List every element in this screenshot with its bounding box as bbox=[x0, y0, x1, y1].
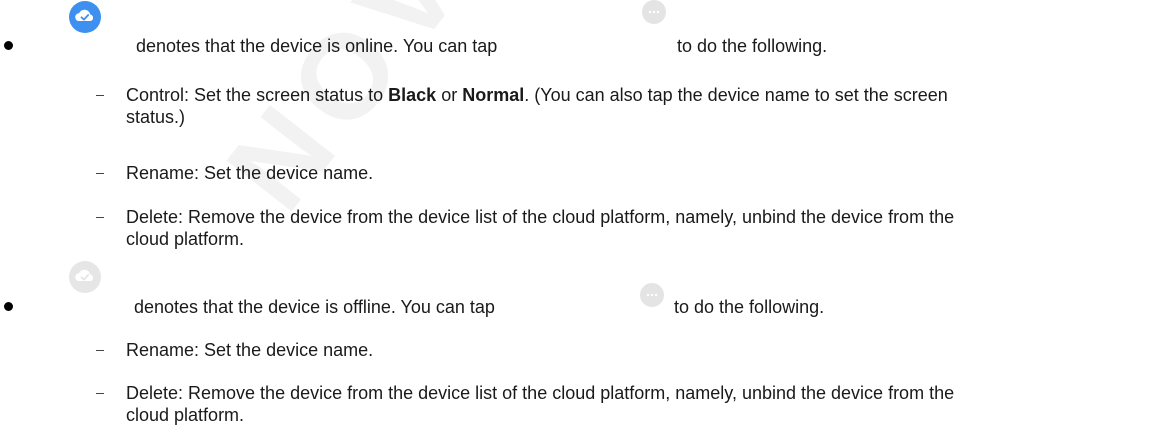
list-item-rename: Rename: Set the device name. bbox=[126, 340, 374, 360]
dash-marker bbox=[96, 350, 104, 351]
control-black: Black bbox=[388, 85, 437, 105]
bullet bbox=[4, 41, 13, 50]
dash-marker bbox=[96, 95, 104, 96]
offline-description-tail: to do the following. bbox=[674, 297, 825, 317]
more-dots-icon[interactable] bbox=[642, 0, 666, 24]
online-description: denotes that the device is online. You c… bbox=[136, 36, 498, 56]
list-item-delete: Delete: Remove the device from the devic… bbox=[126, 383, 955, 425]
control-prefix: Control: Set the screen status to bbox=[126, 85, 389, 105]
control-middle: or bbox=[436, 85, 463, 105]
offline-description: denotes that the device is offline. You … bbox=[134, 297, 495, 317]
dash-marker bbox=[96, 217, 104, 218]
online-description-tail: to do the following. bbox=[677, 36, 828, 56]
dash-marker bbox=[96, 393, 104, 394]
list-item-rename: Rename: Set the device name. bbox=[126, 163, 374, 183]
cloud-online-icon bbox=[68, 0, 102, 34]
cloud-offline-icon bbox=[68, 260, 102, 294]
control-normal: Normal bbox=[462, 85, 525, 105]
bullet bbox=[4, 302, 13, 311]
more-dots-icon[interactable] bbox=[640, 283, 664, 307]
dash-marker bbox=[96, 173, 104, 174]
list-item-delete: Delete: Remove the device from the devic… bbox=[126, 207, 955, 249]
list-item-control: Control: Set the screen status to Black … bbox=[126, 84, 986, 128]
